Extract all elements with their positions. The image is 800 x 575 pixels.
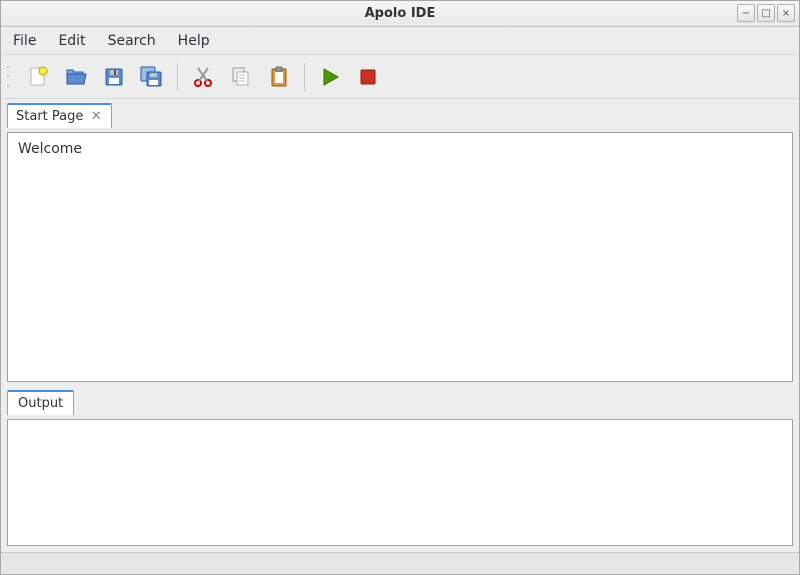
run-button[interactable] bbox=[315, 62, 345, 92]
minimize-button[interactable]: − bbox=[737, 4, 755, 22]
cut-button[interactable] bbox=[188, 62, 218, 92]
menu-edit[interactable]: Edit bbox=[56, 31, 87, 51]
floppy-icon bbox=[102, 65, 126, 89]
toolbar bbox=[1, 55, 799, 99]
scissors-icon bbox=[191, 65, 215, 89]
menu-search[interactable]: Search bbox=[106, 31, 158, 51]
paste-button[interactable] bbox=[264, 62, 294, 92]
tab-output[interactable]: Output bbox=[7, 390, 74, 415]
open-file-button[interactable] bbox=[61, 62, 91, 92]
save-button[interactable] bbox=[99, 62, 129, 92]
window-controls: − □ × bbox=[737, 4, 795, 22]
toolbar-grip bbox=[7, 63, 13, 91]
stop-button[interactable] bbox=[353, 62, 383, 92]
tab-start-page[interactable]: Start Page ✕ bbox=[7, 103, 112, 128]
copy-button[interactable] bbox=[226, 62, 256, 92]
bottom-tabs: Output bbox=[7, 390, 793, 415]
save-all-button[interactable] bbox=[137, 62, 167, 92]
editor-area[interactable]: Welcome bbox=[7, 132, 793, 382]
floppy-multi-icon bbox=[139, 65, 165, 89]
copy-icon bbox=[229, 65, 253, 89]
window-title: Apolo IDE bbox=[365, 6, 436, 21]
statusbar bbox=[1, 552, 799, 574]
menu-help[interactable]: Help bbox=[176, 31, 212, 51]
tab-label: Output bbox=[18, 396, 63, 411]
tab-label: Start Page bbox=[16, 109, 83, 124]
toolbar-separator bbox=[304, 63, 305, 91]
menu-file[interactable]: File bbox=[11, 31, 38, 51]
close-window-button[interactable]: × bbox=[777, 4, 795, 22]
maximize-button[interactable]: □ bbox=[757, 4, 775, 22]
output-area[interactable] bbox=[7, 419, 793, 546]
folder-open-icon bbox=[64, 65, 88, 89]
titlebar: Apolo IDE − □ × bbox=[1, 1, 799, 27]
editor-tabs: Start Page ✕ bbox=[7, 103, 793, 128]
welcome-text: Welcome bbox=[18, 141, 82, 157]
toolbar-separator bbox=[177, 63, 178, 91]
tab-close-icon[interactable]: ✕ bbox=[89, 110, 103, 124]
clipboard-icon bbox=[267, 65, 291, 89]
stop-icon bbox=[356, 65, 380, 89]
new-file-icon bbox=[26, 65, 50, 89]
new-file-button[interactable] bbox=[23, 62, 53, 92]
menubar: File Edit Search Help bbox=[1, 27, 799, 55]
play-icon bbox=[318, 65, 342, 89]
content-area: Start Page ✕ Welcome Output bbox=[1, 99, 799, 552]
